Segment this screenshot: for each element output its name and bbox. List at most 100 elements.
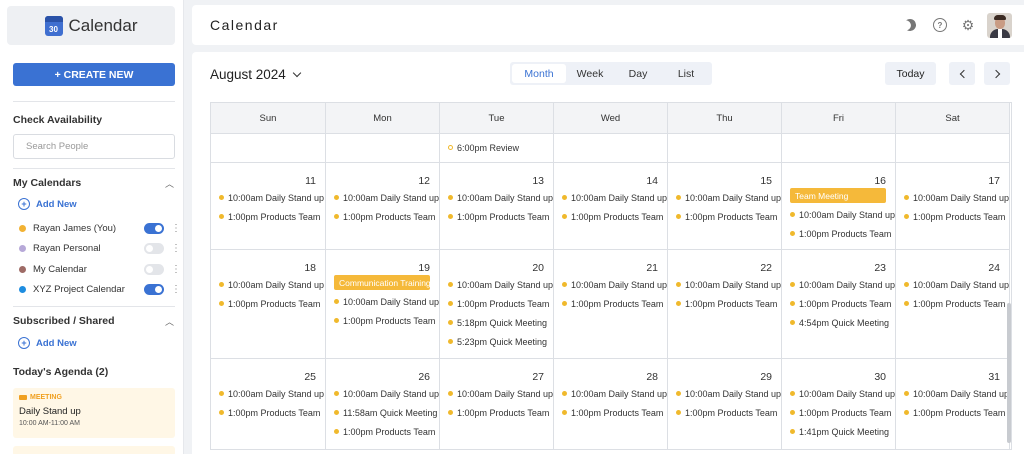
- calendar-event[interactable]: 1:00pm Products Team: [219, 403, 325, 422]
- calendar-event[interactable]: 5:23pm Quick Meeting: [448, 332, 553, 351]
- calendar-event[interactable]: 1:00pm Products Team: [790, 403, 895, 422]
- day-cell[interactable]: 26 10:00am Daily Stand up 11:58am Quick Me…: [326, 359, 440, 450]
- search-people-input[interactable]: Search People: [13, 134, 175, 159]
- calendar-event[interactable]: 10:00am Daily Stand up: [334, 384, 439, 403]
- calendar-visibility-toggle[interactable]: [144, 263, 164, 275]
- calendar-event[interactable]: 1:00pm Products Team: [334, 422, 439, 441]
- day-cell[interactable]: 12 10:00am Daily Stand up 1:00pm Products …: [326, 163, 440, 250]
- calendar-item[interactable]: Rayan James (You) ⋮: [19, 221, 181, 235]
- day-cell[interactable]: [326, 134, 440, 163]
- calendar-event[interactable]: 10:00am Daily Stand up: [448, 275, 553, 294]
- day-cell[interactable]: 22 10:00am Daily Stand up 1:00pm Products …: [668, 250, 782, 359]
- calendar-event[interactable]: 10:00am Daily Stand up: [676, 188, 781, 207]
- day-cell[interactable]: 17 10:00am Daily Stand up 1:00pm Products …: [896, 163, 1010, 250]
- calendar-event[interactable]: 1:00pm Products Team: [448, 403, 553, 422]
- day-cell[interactable]: 21 10:00am Daily Stand up 1:00pm Products …: [554, 250, 668, 359]
- day-cell[interactable]: [896, 134, 1010, 163]
- help-icon[interactable]: ?: [933, 18, 947, 32]
- calendar-event[interactable]: 1:00pm Products Team: [676, 294, 781, 313]
- next-button[interactable]: [984, 62, 1010, 85]
- calendar-item[interactable]: Rayan Personal ⋮: [19, 241, 181, 255]
- day-cell[interactable]: 16 Team Meeting 10:00am Daily Stand up 1:00…: [782, 163, 896, 250]
- calendar-event[interactable]: 10:00am Daily Stand up: [790, 205, 895, 224]
- more-options-icon[interactable]: ⋮: [171, 223, 181, 234]
- calendar-event[interactable]: 1:00pm Products Team: [448, 207, 553, 226]
- all-day-event-banner[interactable]: Team Meeting: [790, 188, 886, 203]
- more-options-icon[interactable]: ⋮: [171, 243, 181, 254]
- calendar-event[interactable]: 1:00pm Products Team: [448, 294, 553, 313]
- app-logo[interactable]: 30 Calendar: [7, 6, 175, 45]
- view-week-button[interactable]: Week: [566, 64, 614, 83]
- all-day-event-banner[interactable]: Communication Training: [334, 275, 430, 290]
- month-selector[interactable]: August 2024: [210, 67, 302, 82]
- gear-icon[interactable]: ⚙: [961, 17, 975, 33]
- calendar-event[interactable]: 1:00pm Products Team: [904, 294, 1009, 313]
- chevron-up-icon[interactable]: ︿: [165, 315, 174, 328]
- day-cell[interactable]: 19 Communication Training 10:00am Daily St…: [326, 250, 440, 359]
- day-cell[interactable]: 31 10:00am Daily Stand up 1:00pm Products …: [896, 359, 1010, 450]
- agenda-card[interactable]: [13, 446, 175, 454]
- calendar-event[interactable]: 1:00pm Products Team: [562, 207, 667, 226]
- dark-mode-moon-icon[interactable]: [903, 18, 917, 32]
- calendar-event[interactable]: 1:00pm Products Team: [219, 207, 325, 226]
- calendar-event[interactable]: 10:00am Daily Stand up: [448, 188, 553, 207]
- view-month-button[interactable]: Month: [512, 64, 566, 83]
- day-cell[interactable]: 27 10:00am Daily Stand up 1:00pm Products …: [440, 359, 554, 450]
- add-calendar-button[interactable]: + Add New: [18, 198, 77, 210]
- more-options-icon[interactable]: ⋮: [171, 284, 181, 295]
- more-options-icon[interactable]: ⋮: [171, 264, 181, 275]
- calendar-item[interactable]: XYZ Project Calendar ⋮: [19, 282, 181, 296]
- day-cell[interactable]: 30 10:00am Daily Stand up 1:00pm Products …: [782, 359, 896, 450]
- calendar-event[interactable]: 5:18pm Quick Meeting: [448, 313, 553, 332]
- calendar-event[interactable]: 1:00pm Products Team: [334, 311, 439, 330]
- calendar-event[interactable]: 1:00pm Products Team: [562, 403, 667, 422]
- day-cell[interactable]: 13 10:00am Daily Stand up 1:00pm Products …: [440, 163, 554, 250]
- calendar-event[interactable]: 1:00pm Products Team: [219, 294, 325, 313]
- calendar-event[interactable]: 1:00pm Products Team: [562, 294, 667, 313]
- day-cell[interactable]: 20 10:00am Daily Stand up 1:00pm Products …: [440, 250, 554, 359]
- day-cell[interactable]: 6:00pm Review: [440, 134, 554, 163]
- day-cell[interactable]: 25 10:00am Daily Stand up 1:00pm Products …: [211, 359, 326, 450]
- previous-button[interactable]: [949, 62, 975, 85]
- calendar-event[interactable]: 10:00am Daily Stand up: [904, 188, 1009, 207]
- day-cell[interactable]: 28 10:00am Daily Stand up 1:00pm Products …: [554, 359, 668, 450]
- calendar-event[interactable]: 10:00am Daily Stand up: [334, 292, 439, 311]
- calendar-event[interactable]: 10:00am Daily Stand up: [562, 275, 667, 294]
- create-new-button[interactable]: + CREATE NEW: [13, 63, 175, 86]
- calendar-event[interactable]: 4:54pm Quick Meeting: [790, 313, 895, 332]
- today-button[interactable]: Today: [885, 62, 936, 85]
- day-cell[interactable]: 24 10:00am Daily Stand up 1:00pm Products …: [896, 250, 1010, 359]
- calendar-event[interactable]: 10:00am Daily Stand up: [676, 384, 781, 403]
- chevron-up-icon[interactable]: ︿: [165, 177, 174, 190]
- day-cell[interactable]: 29 10:00am Daily Stand up 1:00pm Products …: [668, 359, 782, 450]
- day-cell[interactable]: [554, 134, 668, 163]
- day-cell[interactable]: 18 10:00am Daily Stand up 1:00pm Products …: [211, 250, 326, 359]
- calendar-event[interactable]: 10:00am Daily Stand up: [334, 188, 439, 207]
- day-cell[interactable]: [211, 134, 326, 163]
- calendar-event[interactable]: 1:00pm Products Team: [676, 207, 781, 226]
- calendar-event[interactable]: 1:00pm Products Team: [676, 403, 781, 422]
- calendar-event[interactable]: 1:00pm Products Team: [334, 207, 439, 226]
- view-list-button[interactable]: List: [662, 64, 710, 83]
- calendar-event[interactable]: 10:00am Daily Stand up: [904, 275, 1009, 294]
- view-day-button[interactable]: Day: [614, 64, 662, 83]
- calendar-event[interactable]: 10:00am Daily Stand up: [219, 188, 325, 207]
- calendar-event[interactable]: 11:58am Quick Meeting: [334, 403, 439, 422]
- calendar-event[interactable]: 1:00pm Products Team: [904, 207, 1009, 226]
- day-cell[interactable]: 15 10:00am Daily Stand up 1:00pm Products …: [668, 163, 782, 250]
- day-cell[interactable]: 23 10:00am Daily Stand up 1:00pm Products …: [782, 250, 896, 359]
- calendar-event[interactable]: 10:00am Daily Stand up: [790, 384, 895, 403]
- calendar-event[interactable]: 10:00am Daily Stand up: [562, 188, 667, 207]
- calendar-event[interactable]: 1:00pm Products Team: [904, 403, 1009, 422]
- day-cell[interactable]: [668, 134, 782, 163]
- calendar-event[interactable]: 1:00pm Products Team: [790, 224, 895, 243]
- calendar-event[interactable]: 1:00pm Products Team: [790, 294, 895, 313]
- calendar-event[interactable]: 10:00am Daily Stand up: [219, 384, 325, 403]
- calendar-visibility-toggle[interactable]: [144, 242, 164, 254]
- agenda-card[interactable]: MEETING Daily Stand up 10:00 AM-11:00 AM: [13, 388, 175, 438]
- day-cell[interactable]: 11 10:00am Daily Stand up 1:00pm Products …: [211, 163, 326, 250]
- calendar-event[interactable]: 10:00am Daily Stand up: [219, 275, 325, 294]
- day-cell[interactable]: [782, 134, 896, 163]
- day-cell[interactable]: 14 10:00am Daily Stand up 1:00pm Products …: [554, 163, 668, 250]
- calendar-visibility-toggle[interactable]: [144, 283, 164, 295]
